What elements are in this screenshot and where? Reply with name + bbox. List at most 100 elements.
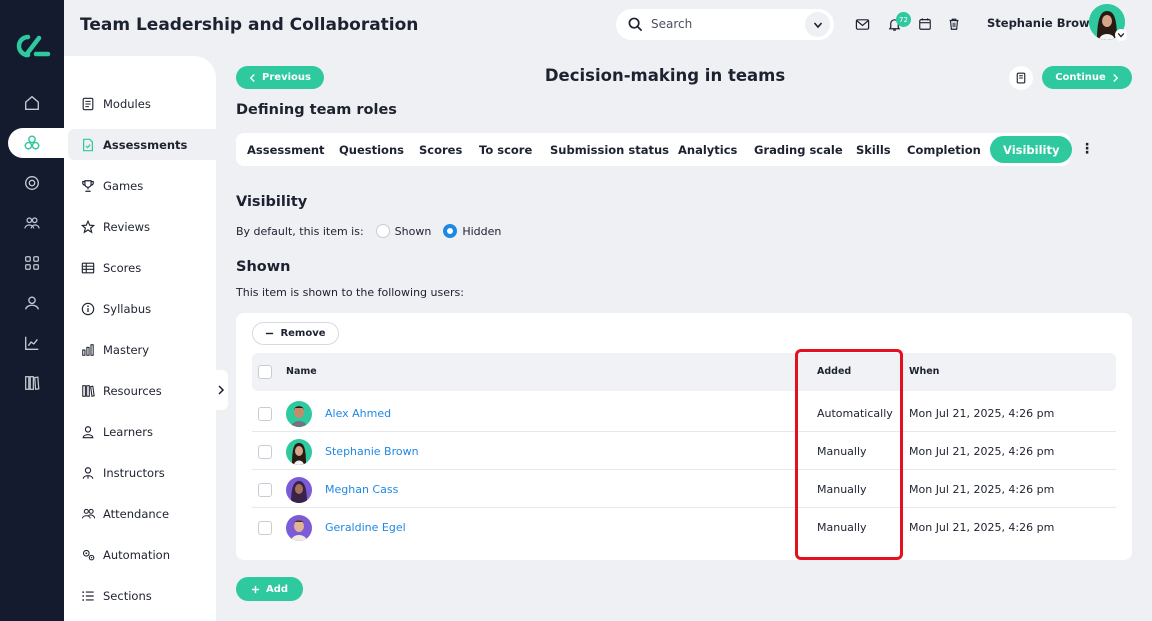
apps-icon[interactable] bbox=[22, 253, 42, 273]
tab-assessment[interactable]: Assessment bbox=[247, 133, 325, 166]
row-checkbox[interactable] bbox=[258, 521, 272, 535]
info-icon bbox=[80, 301, 96, 317]
target-icon[interactable] bbox=[22, 173, 42, 193]
logo bbox=[16, 34, 51, 58]
shown-users-card: Remove Name Added When Alex Ahmed Automa… bbox=[236, 313, 1132, 560]
home-icon[interactable] bbox=[22, 93, 42, 113]
chevron-down-icon bbox=[813, 21, 822, 28]
group-icon bbox=[80, 506, 96, 522]
sidebar-item-mastery[interactable]: Mastery bbox=[68, 334, 216, 365]
courses-icon[interactable] bbox=[22, 133, 42, 153]
table-icon bbox=[80, 260, 96, 276]
sidebar-item-resources[interactable]: Resources bbox=[68, 375, 216, 406]
tab-grading-scale[interactable]: Grading scale bbox=[754, 133, 843, 166]
tab-skills[interactable]: Skills bbox=[856, 133, 891, 166]
add-button[interactable]: Add bbox=[236, 577, 303, 601]
chart-line-icon[interactable] bbox=[22, 333, 42, 353]
sidebar-item-label: Attendance bbox=[103, 506, 170, 521]
user-name-link[interactable]: Stephanie Brown bbox=[325, 445, 419, 458]
notes-button[interactable] bbox=[1009, 66, 1033, 90]
continue-button[interactable]: Continue bbox=[1042, 66, 1132, 89]
select-all-checkbox[interactable] bbox=[258, 365, 272, 379]
sidebar-item-attendance[interactable]: Attendance bbox=[68, 498, 216, 529]
tab-completion[interactable]: Completion bbox=[907, 133, 981, 166]
default-visibility-label: By default, this item is: bbox=[236, 224, 364, 238]
chevron-left-icon bbox=[249, 73, 255, 82]
mail-icon[interactable] bbox=[854, 16, 870, 32]
search-icon bbox=[628, 17, 643, 32]
search-box[interactable]: Search bbox=[616, 9, 834, 40]
avatar bbox=[286, 439, 312, 465]
sidebar-collapse-button[interactable] bbox=[214, 370, 228, 410]
plus-icon bbox=[251, 585, 260, 593]
user-icon[interactable] bbox=[22, 293, 42, 313]
tab-visibility[interactable]: Visibility bbox=[990, 136, 1073, 163]
trash-icon[interactable] bbox=[946, 16, 962, 32]
avatar bbox=[286, 477, 312, 503]
added-column-highlight bbox=[795, 349, 903, 560]
table-header: Name Added When bbox=[252, 353, 1116, 391]
sidebar-item-label: Learners bbox=[103, 424, 153, 439]
modules-icon bbox=[80, 96, 96, 112]
user-name-link[interactable]: Meghan Cass bbox=[325, 483, 398, 496]
sidebar-item-modules[interactable]: Modules bbox=[68, 88, 216, 119]
row-checkbox[interactable] bbox=[258, 407, 272, 421]
when-value: Mon Jul 21, 2025, 4:26 pm bbox=[909, 407, 1055, 420]
column-header-name[interactable]: Name bbox=[286, 366, 317, 377]
row-checkbox[interactable] bbox=[258, 483, 272, 497]
section-sidebar: Modules Assessments Games Reviews Scores… bbox=[64, 56, 216, 621]
tab-submission-status[interactable]: Submission status bbox=[550, 133, 669, 166]
instructor-icon bbox=[80, 465, 96, 481]
search-input[interactable]: Search bbox=[651, 17, 692, 31]
tab-bar: Assessment Questions Scores To score Sub… bbox=[236, 133, 1073, 166]
hidden-radio[interactable] bbox=[443, 224, 458, 238]
page-title: Decision-making in teams bbox=[544, 66, 786, 85]
sidebar-item-games[interactable]: Games bbox=[68, 170, 216, 201]
tab-analytics[interactable]: Analytics bbox=[678, 133, 737, 166]
shown-radio[interactable] bbox=[375, 224, 390, 238]
shown-heading: Shown bbox=[236, 259, 291, 275]
column-header-when[interactable]: When bbox=[909, 366, 939, 377]
visibility-heading: Visibility bbox=[236, 194, 308, 210]
row-checkbox[interactable] bbox=[258, 445, 272, 459]
chevron-right-icon bbox=[1113, 73, 1119, 82]
library-icon[interactable] bbox=[22, 373, 42, 393]
account-menu-chevron-icon[interactable] bbox=[1115, 29, 1127, 41]
hidden-radio-label[interactable]: Hidden bbox=[462, 225, 501, 238]
person-icon bbox=[80, 424, 96, 440]
tab-questions[interactable]: Questions bbox=[339, 133, 404, 166]
table-row: Alex Ahmed Automatically Mon Jul 21, 202… bbox=[252, 395, 1116, 432]
avatar bbox=[286, 401, 312, 427]
sidebar-item-label: Games bbox=[103, 178, 144, 193]
sidebar-item-instructors[interactable]: Instructors bbox=[68, 457, 216, 488]
when-value: Mon Jul 21, 2025, 4:26 pm bbox=[909, 445, 1055, 458]
continue-label: Continue bbox=[1055, 72, 1106, 83]
sidebar-item-label: Assessments bbox=[103, 137, 188, 152]
gears-icon bbox=[80, 547, 96, 563]
books-icon bbox=[80, 383, 96, 399]
sidebar-item-assessments[interactable]: Assessments bbox=[68, 129, 216, 160]
item-subtitle: Defining team roles bbox=[236, 102, 397, 118]
tab-to-score[interactable]: To score bbox=[479, 133, 532, 166]
sidebar-item-reviews[interactable]: Reviews bbox=[68, 211, 216, 242]
more-options-icon[interactable]: ⋮ bbox=[1080, 141, 1094, 159]
sidebar-item-sections[interactable]: Sections bbox=[68, 580, 216, 611]
sidebar-item-syllabus[interactable]: Syllabus bbox=[68, 293, 216, 324]
sidebar-item-learners[interactable]: Learners bbox=[68, 416, 216, 447]
remove-button[interactable]: Remove bbox=[252, 322, 339, 345]
user-name[interactable]: Stephanie Brown bbox=[987, 16, 1098, 30]
sidebar-item-automation[interactable]: Automation bbox=[68, 539, 216, 570]
app-title: Team Leadership and Collaboration bbox=[80, 15, 419, 35]
sidebar-item-scores[interactable]: Scores bbox=[68, 252, 216, 283]
calendar-icon[interactable] bbox=[917, 16, 933, 32]
user-name-link[interactable]: Alex Ahmed bbox=[325, 407, 391, 420]
previous-button[interactable]: Previous bbox=[236, 66, 324, 89]
when-value: Mon Jul 21, 2025, 4:26 pm bbox=[909, 521, 1055, 534]
star-icon bbox=[80, 219, 96, 235]
search-dropdown-button[interactable] bbox=[805, 12, 830, 37]
tab-scores[interactable]: Scores bbox=[419, 133, 462, 166]
people-icon[interactable] bbox=[22, 213, 42, 233]
table-row: Geraldine Egel Manually Mon Jul 21, 2025… bbox=[252, 509, 1116, 546]
user-name-link[interactable]: Geraldine Egel bbox=[325, 521, 406, 534]
shown-radio-label[interactable]: Shown bbox=[395, 225, 432, 238]
